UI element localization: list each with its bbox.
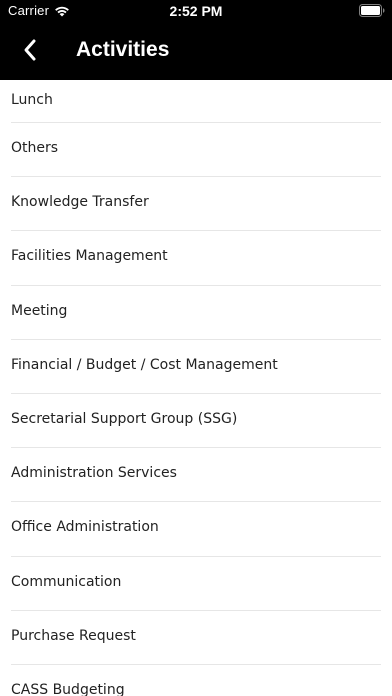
list-item-label: Purchase Request (11, 627, 136, 644)
back-button[interactable] (14, 36, 46, 68)
list-item-purchase-request[interactable]: Purchase Request (0, 611, 392, 666)
list-item-facilities-management[interactable]: Facilities Management (0, 231, 392, 286)
list-item-meeting[interactable]: Meeting (0, 286, 392, 340)
list-item-knowledge-transfer[interactable]: Knowledge Transfer (0, 177, 392, 232)
activities-list[interactable]: Lunch Others Knowledge Transfer Faciliti… (0, 80, 392, 696)
list-item-label: Facilities Management (11, 248, 168, 265)
list-item-label: Administration Services (11, 465, 177, 482)
list-item-label: Lunch (11, 91, 53, 108)
list-item-others[interactable]: Others (0, 123, 392, 178)
battery-icon (359, 4, 385, 17)
navigation-bar: Activities (0, 24, 392, 80)
list-item-label: Others (11, 140, 59, 157)
list-item-label: CASS Budgeting (11, 681, 125, 696)
list-item-lunch[interactable]: Lunch (0, 80, 392, 123)
list-item-communication[interactable]: Communication (0, 557, 392, 611)
status-time: 2:52 PM (169, 3, 223, 19)
chevron-left-icon (22, 38, 38, 67)
list-item-label: Knowledge Transfer (11, 194, 149, 211)
list-item-financial-budget-cost-management[interactable]: Financial / Budget / Cost Management (0, 340, 392, 395)
status-bar: Carrier 2:52 PM (0, 0, 392, 24)
app-header: Carrier 2:52 PM Activities (0, 0, 392, 80)
page-title: Activities (76, 38, 170, 61)
list-item-label: Financial / Budget / Cost Management (11, 356, 278, 373)
list-item-cass-budgeting[interactable]: CASS Budgeting (0, 665, 392, 696)
list-item-secretarial-support-group[interactable]: Secretarial Support Group (SSG) (0, 394, 392, 449)
list-item-label: Office Administration (11, 519, 159, 536)
list-item-office-administration[interactable]: Office Administration (0, 502, 392, 557)
list-item-label: Communication (11, 573, 122, 590)
list-item-administration-services[interactable]: Administration Services (0, 448, 392, 503)
list-item-label: Meeting (11, 302, 68, 319)
list-item-label: Secretarial Support Group (SSG) (11, 411, 238, 428)
